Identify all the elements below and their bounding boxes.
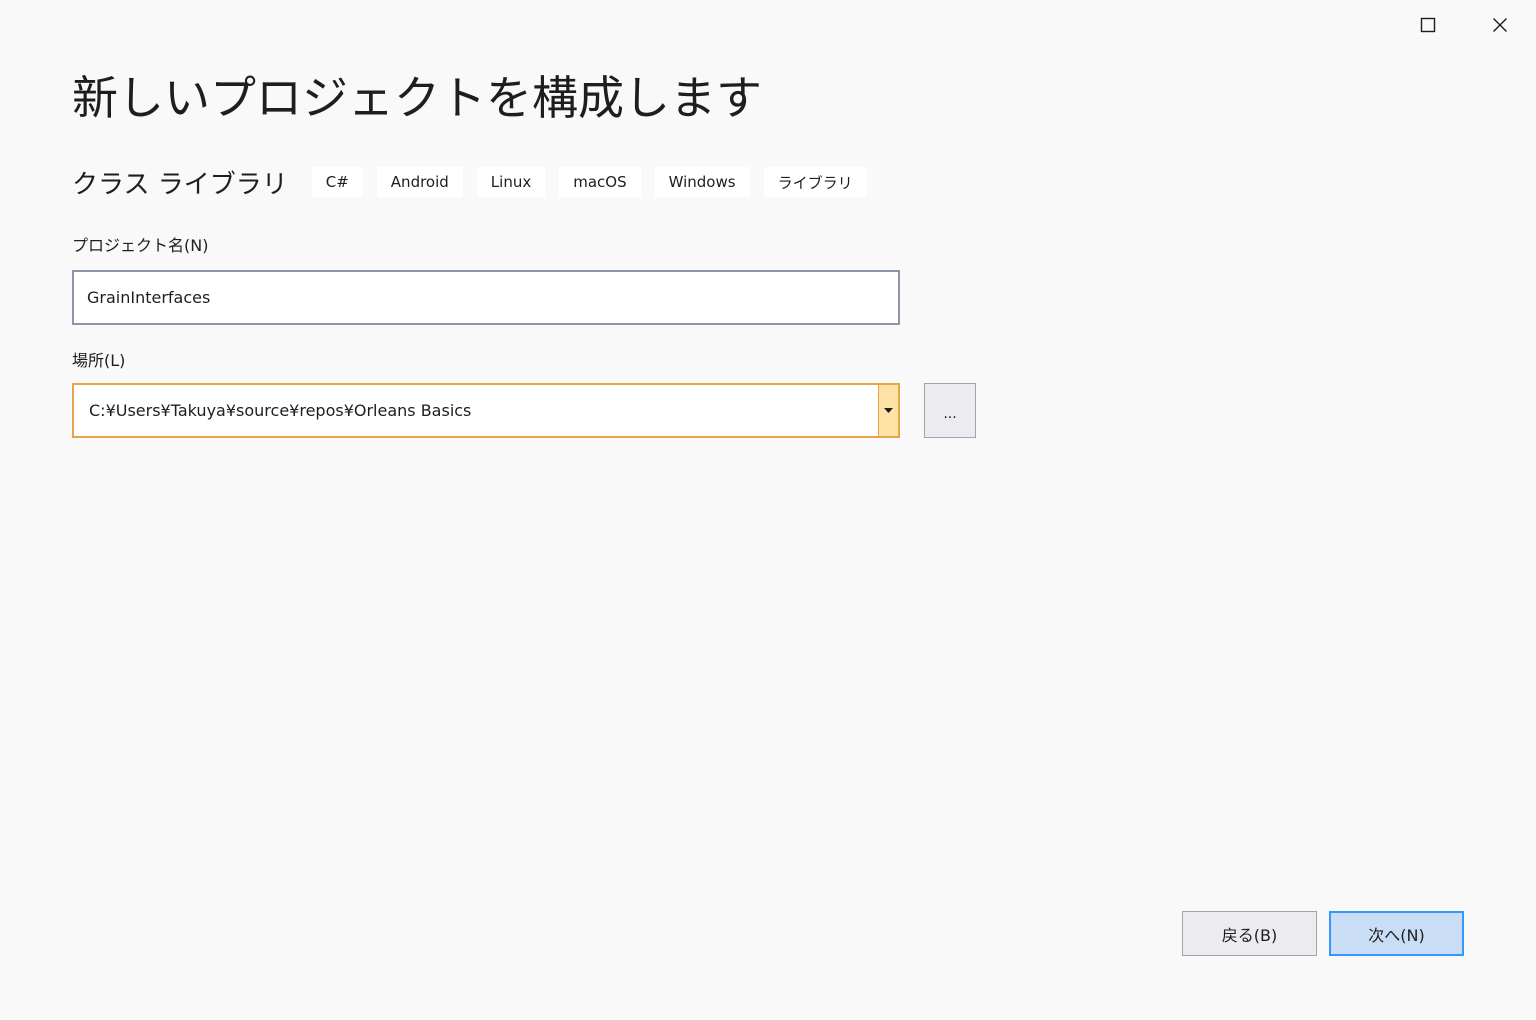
tag-linux: Linux bbox=[476, 167, 546, 197]
template-info: クラス ライブラリ C# Android Linux macOS Windows… bbox=[72, 164, 881, 200]
page-title: 新しいプロジェクトを構成します bbox=[72, 71, 762, 125]
tag-library: ライブラリ bbox=[763, 167, 867, 197]
close-button[interactable] bbox=[1464, 0, 1536, 50]
location-combobox[interactable] bbox=[72, 383, 900, 438]
project-name-label: プロジェクト名(N) bbox=[72, 236, 209, 255]
next-button[interactable]: 次へ(N) bbox=[1329, 911, 1464, 956]
maximize-button[interactable] bbox=[1392, 0, 1464, 50]
tag-csharp: C# bbox=[311, 167, 363, 197]
location-input[interactable] bbox=[74, 385, 878, 436]
caret-down-icon bbox=[884, 408, 893, 413]
tag-windows: Windows bbox=[654, 167, 750, 197]
browse-button[interactable]: ... bbox=[924, 383, 976, 438]
tag-macos: macOS bbox=[559, 167, 641, 197]
location-label: 場所(L) bbox=[72, 351, 126, 370]
close-icon bbox=[1493, 18, 1507, 32]
window-controls bbox=[1392, 0, 1536, 50]
back-button[interactable]: 戻る(B) bbox=[1182, 911, 1317, 956]
maximize-icon bbox=[1420, 17, 1436, 33]
project-name-input[interactable] bbox=[72, 270, 900, 325]
template-name: クラス ライブラリ bbox=[72, 169, 288, 200]
tag-android: Android bbox=[376, 167, 463, 197]
location-dropdown-button[interactable] bbox=[878, 385, 898, 436]
